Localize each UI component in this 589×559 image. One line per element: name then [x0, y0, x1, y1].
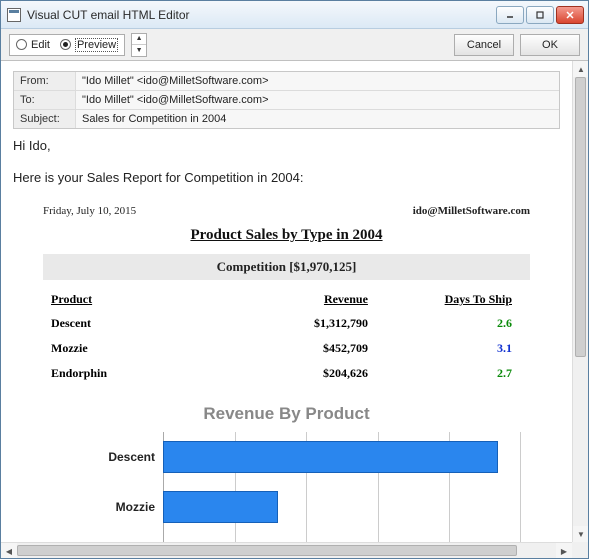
- chart-title: Revenue By Product: [43, 404, 530, 424]
- scroll-left-icon[interactable]: ◀: [1, 543, 17, 558]
- cell-revenue: $1,312,790: [224, 316, 368, 331]
- cell-days: 2.7: [368, 366, 522, 381]
- subject-value: Sales for Competition in 2004: [76, 110, 559, 128]
- chart-bar-label: Mozzie: [43, 500, 163, 514]
- content-area: From: "Ido Millet" <ido@MilletSoftware.c…: [1, 61, 588, 558]
- chart-bar-row: Descent: [43, 437, 520, 477]
- radio-icon: [16, 39, 27, 50]
- cell-product: Mozzie: [51, 341, 224, 356]
- table-row: Descent $1,312,790 2.6: [43, 311, 530, 336]
- scroll-thumb[interactable]: [575, 77, 586, 357]
- email-intro: Here is your Sales Report for Competitio…: [13, 169, 560, 187]
- cell-product: Endorphin: [51, 366, 224, 381]
- application-window: Visual CUT email HTML Editor Edit Previe…: [0, 0, 589, 559]
- chart-bar-row: Mozzie: [43, 487, 520, 527]
- window-title: Visual CUT email HTML Editor: [27, 8, 496, 22]
- scroll-down-icon[interactable]: ▼: [573, 526, 588, 542]
- email-subject-row: Subject: Sales for Competition in 2004: [14, 110, 559, 128]
- scroll-thumb[interactable]: [17, 545, 517, 556]
- cell-product: Descent: [51, 316, 224, 331]
- titlebar: Visual CUT email HTML Editor: [1, 1, 588, 29]
- scroll-track[interactable]: [573, 77, 588, 526]
- from-value: "Ido Millet" <ido@MilletSoftware.com>: [76, 72, 559, 90]
- col-days: Days To Ship: [368, 292, 522, 307]
- scroll-up-icon[interactable]: ▲: [573, 61, 588, 77]
- table-header: Product Revenue Days To Ship: [43, 288, 530, 311]
- app-icon: [7, 8, 21, 22]
- minimize-button[interactable]: [496, 6, 524, 24]
- preview-radio-label: Preview: [75, 38, 118, 52]
- vertical-scrollbar[interactable]: ▲ ▼: [572, 61, 588, 542]
- revenue-chart: Descent Mozzie: [43, 432, 530, 542]
- edit-radio-label: Edit: [31, 39, 50, 51]
- radio-icon: [60, 39, 71, 50]
- mode-radio-group: Edit Preview: [9, 34, 125, 56]
- col-revenue: Revenue: [224, 292, 368, 307]
- cell-days: 3.1: [368, 341, 522, 356]
- to-value: "Ido Millet" <ido@MilletSoftware.com>: [76, 91, 559, 109]
- cell-days: 2.6: [368, 316, 522, 331]
- preview-radio[interactable]: Preview: [60, 38, 118, 52]
- subject-label: Subject:: [14, 110, 76, 128]
- chart-bar: [163, 441, 498, 473]
- report-body: Friday, July 10, 2015 ido@MilletSoftware…: [13, 205, 560, 542]
- close-button[interactable]: [556, 6, 584, 24]
- size-spinner[interactable]: ▲ ▼: [131, 33, 147, 57]
- email-to-row: To: "Ido Millet" <ido@MilletSoftware.com…: [14, 91, 559, 110]
- spinner-down-icon[interactable]: ▼: [132, 45, 146, 56]
- maximize-button[interactable]: [526, 6, 554, 24]
- report-email: ido@MilletSoftware.com: [413, 205, 530, 217]
- chart-bar-label: Descent: [43, 450, 163, 464]
- toolbar: Edit Preview ▲ ▼ Cancel OK: [1, 29, 588, 61]
- horizontal-scrollbar[interactable]: ◀ ▶: [1, 542, 572, 558]
- to-label: To:: [14, 91, 76, 109]
- email-from-row: From: "Ido Millet" <ido@MilletSoftware.c…: [14, 72, 559, 91]
- group-header: Competition [$1,970,125]: [43, 254, 530, 280]
- scroll-track[interactable]: [17, 543, 556, 558]
- chart-bar: [163, 491, 278, 523]
- preview-pane: From: "Ido Millet" <ido@MilletSoftware.c…: [1, 61, 572, 542]
- email-header-table: From: "Ido Millet" <ido@MilletSoftware.c…: [13, 71, 560, 129]
- edit-radio[interactable]: Edit: [16, 39, 50, 51]
- from-label: From:: [14, 72, 76, 90]
- product-table: Product Revenue Days To Ship Descent $1,…: [43, 288, 530, 386]
- cell-revenue: $204,626: [224, 366, 368, 381]
- report-title: Product Sales by Type in 2004: [43, 227, 530, 244]
- email-greeting: Hi Ido,: [13, 137, 560, 155]
- cancel-button[interactable]: Cancel: [454, 34, 514, 56]
- ok-button[interactable]: OK: [520, 34, 580, 56]
- table-row: Endorphin $204,626 2.7: [43, 361, 530, 386]
- report-date: Friday, July 10, 2015: [43, 205, 136, 217]
- spinner-up-icon[interactable]: ▲: [132, 34, 146, 46]
- cell-revenue: $452,709: [224, 341, 368, 356]
- scroll-corner: [572, 542, 588, 558]
- scroll-right-icon[interactable]: ▶: [556, 543, 572, 558]
- window-controls: [496, 6, 584, 24]
- col-product: Product: [51, 292, 224, 307]
- report-top-row: Friday, July 10, 2015 ido@MilletSoftware…: [43, 205, 530, 217]
- table-row: Mozzie $452,709 3.1: [43, 336, 530, 361]
